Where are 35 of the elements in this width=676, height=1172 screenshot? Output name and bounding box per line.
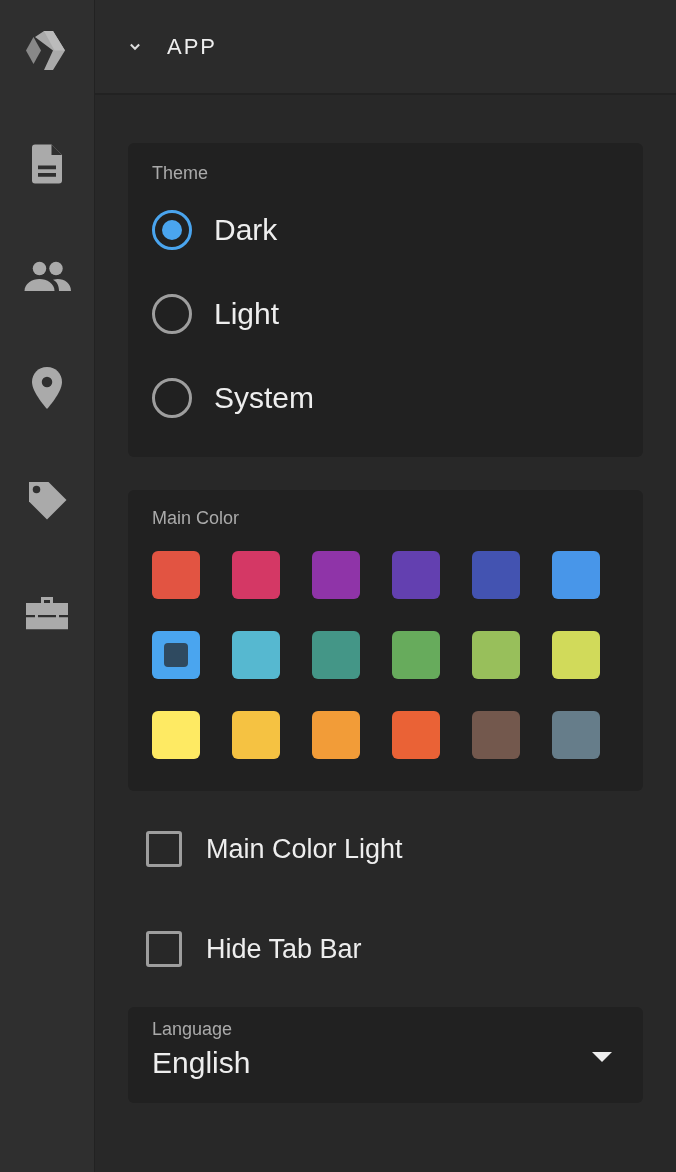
checkbox-label: Hide Tab Bar bbox=[206, 933, 362, 966]
color-swatch[interactable] bbox=[552, 631, 600, 679]
color-swatch[interactable] bbox=[232, 551, 280, 599]
language-dropdown[interactable]: Language English bbox=[128, 1007, 643, 1103]
checkbox-label: Main Color Light bbox=[206, 833, 403, 866]
color-swatch[interactable] bbox=[312, 631, 360, 679]
radio-button[interactable] bbox=[152, 378, 192, 418]
color-swatch[interactable] bbox=[472, 711, 520, 759]
color-swatch[interactable] bbox=[392, 631, 440, 679]
color-swatch[interactable] bbox=[152, 711, 200, 759]
color-swatch[interactable] bbox=[312, 551, 360, 599]
radio-label: Dark bbox=[214, 212, 278, 248]
color-swatch[interactable] bbox=[152, 551, 200, 599]
color-swatch[interactable] bbox=[392, 551, 440, 599]
color-swatch[interactable] bbox=[472, 551, 520, 599]
color-swatch[interactable] bbox=[552, 551, 600, 599]
section-title: APP bbox=[167, 33, 218, 61]
color-swatch[interactable] bbox=[232, 631, 280, 679]
color-swatch[interactable] bbox=[152, 631, 200, 679]
checkbox[interactable] bbox=[146, 831, 182, 867]
color-swatch[interactable] bbox=[552, 711, 600, 759]
radio-button[interactable] bbox=[152, 210, 192, 250]
checkbox[interactable] bbox=[146, 931, 182, 967]
radio-label: Light bbox=[214, 296, 280, 332]
field-label: Language bbox=[152, 1018, 234, 1041]
group-label: Main Color bbox=[152, 507, 240, 530]
dropdown-arrow-icon bbox=[591, 1051, 613, 1063]
radio-label: System bbox=[214, 380, 315, 416]
color-swatch[interactable] bbox=[472, 631, 520, 679]
radio-button[interactable] bbox=[152, 294, 192, 334]
group-label: Theme bbox=[152, 162, 209, 185]
color-swatch[interactable] bbox=[312, 711, 360, 759]
color-swatch[interactable] bbox=[392, 711, 440, 759]
field-value: English bbox=[152, 1045, 251, 1081]
color-swatch[interactable] bbox=[232, 711, 280, 759]
